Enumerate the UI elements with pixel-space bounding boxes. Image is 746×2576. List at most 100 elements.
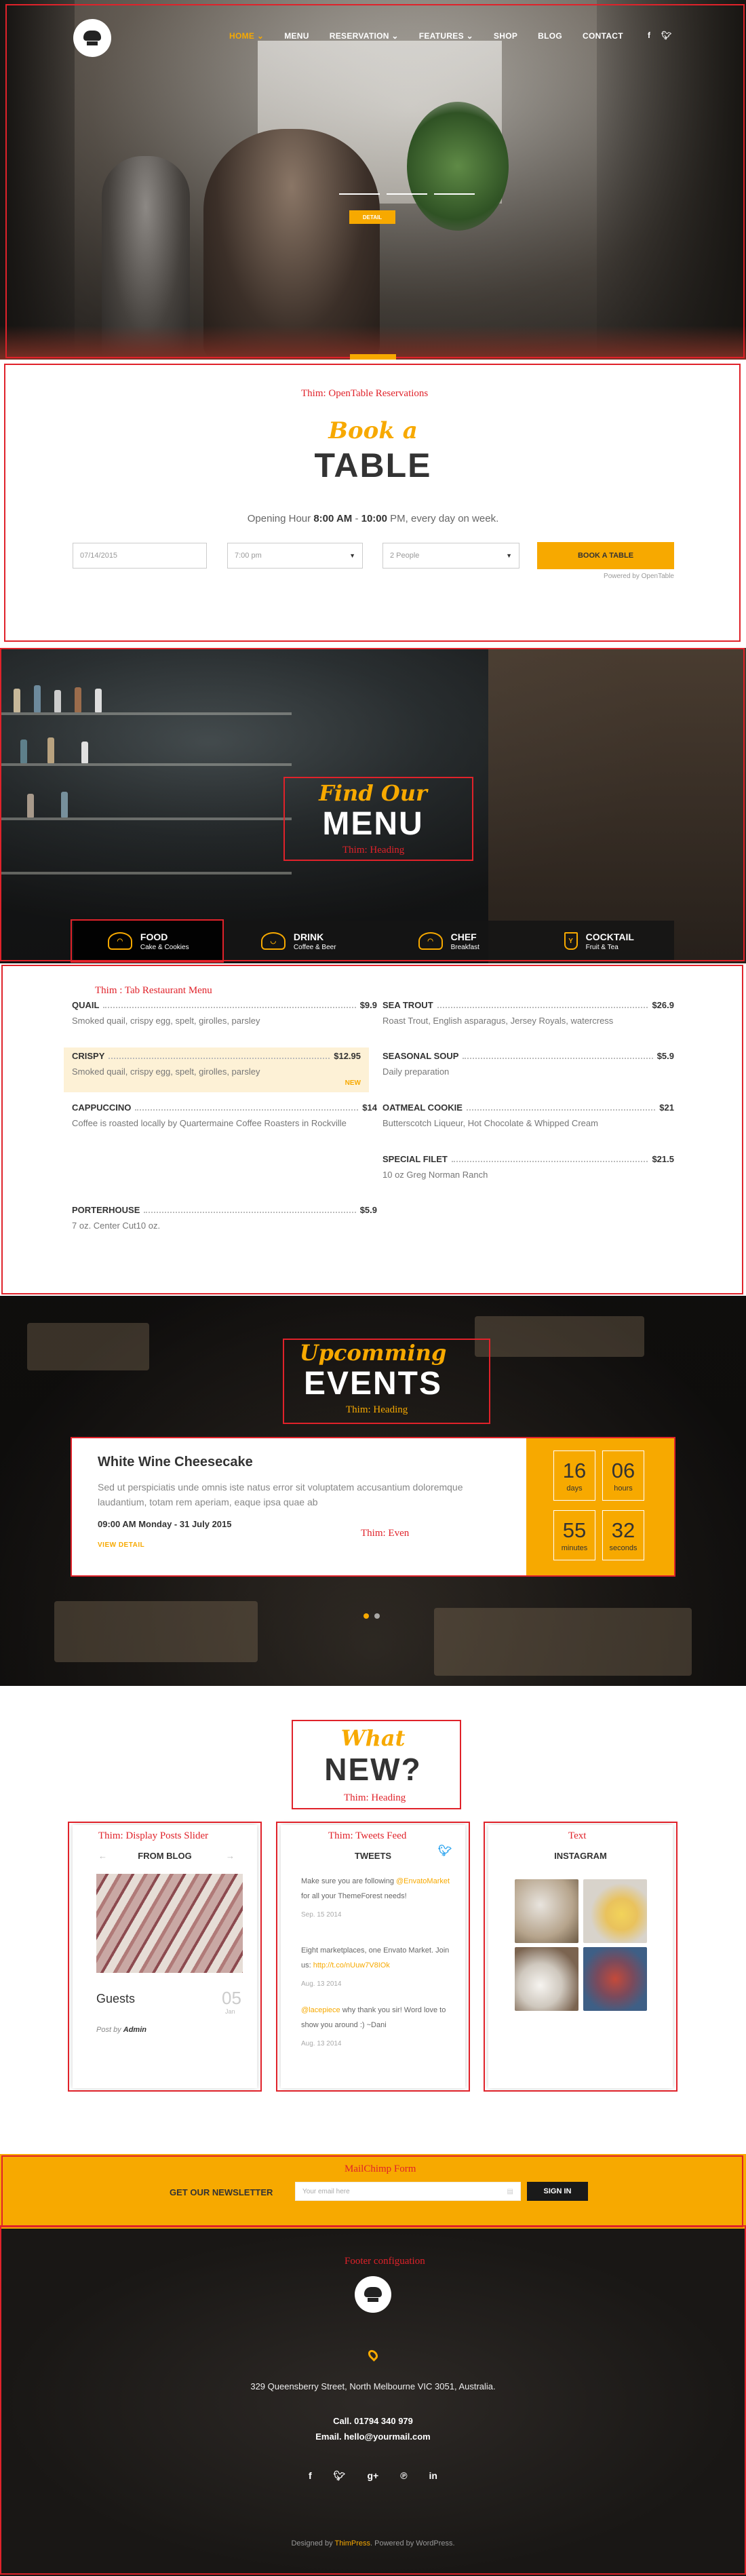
caret-down-icon: ▼ [349,552,355,559]
hero-slide-indicator[interactable] [350,354,396,360]
event-description: Sed ut perspiciatis unde omnis iste natu… [98,1482,463,1507]
menu-script-heading: Find Our [319,780,427,806]
menu-item: SPECIAL FILET $21.5 10 oz Greg Norman Ran… [382,1154,674,1180]
footer-email[interactable]: Email. hello@yourmail.com [0,2431,746,2442]
blog-post-title[interactable]: Guests [96,1992,135,2006]
map-pin-icon [366,2348,380,2362]
instagram-photo[interactable] [515,1947,578,2011]
reservation-section: Thim: OpenTable Reservations Book a TABL… [0,360,746,645]
annotation-label: Thim: Heading [342,845,405,856]
cocktail-icon: Y [564,932,578,950]
events-script-heading: Upcomming [299,1340,447,1366]
blog-post-author: Post by Admin [96,2026,146,2034]
people-select[interactable]: 2 People ▼ [382,543,519,569]
facebook-icon[interactable]: f [309,2470,312,2482]
footer-address: 329 Queensberry Street, North Melbourne … [250,2381,496,2391]
annotation-label: Thim : Tab Restaurant Menu [95,985,212,996]
annotation-label: Thim: Heading [346,1404,408,1415]
time-select[interactable]: 7:00 pm ▼ [227,543,363,569]
twitter-icon[interactable]: 🐦︎ [438,1844,452,1858]
blog-post-image[interactable] [96,1874,243,1973]
nav-menu[interactable]: MENU [284,31,309,41]
date-field[interactable]: 07/14/2015 [73,543,207,569]
annotation-label: Thim: Heading [344,1792,406,1803]
countdown-minutes: 55 minutes [553,1510,595,1560]
annotation-label: MailChimp Form [345,2164,416,2174]
annotation-label: Thim: Tweets Feed [328,1830,407,1841]
whats-new-section: What NEW? Thim: Heading Thim: Display Po… [0,1686,746,2154]
event-title[interactable]: White Wine Cheesecake [98,1455,500,1470]
instagram-photo[interactable] [583,1947,647,2011]
menu-tabs: ◠ FOOD Cake & Cookies ◡ DRINK Coffee & Bee… [73,921,674,961]
chef-hat-icon [83,31,101,45]
blog-post-day: 05 [222,1988,241,2008]
nav-home[interactable]: HOME ⌄ [229,31,264,41]
nav-contact[interactable]: CONTACT [583,31,623,41]
site-logo[interactable] [73,19,111,57]
nav-features[interactable]: FEATURES ⌄ [419,31,473,41]
tweet-link[interactable]: http://t.co/nUuw7V8IOk [313,1961,390,1969]
hero-detail-button[interactable]: DETAIL [349,210,395,224]
twitter-icon[interactable]: 🐦︎ [661,31,671,40]
whats-new-script-heading: What [340,1725,406,1751]
view-detail-link[interactable]: VIEW DETAIL [98,1541,500,1549]
instagram-photo[interactable] [583,1879,647,1943]
menu-list-section: Thim : Tab Restaurant Menu QUAIL $9.9 Smo… [0,963,746,1296]
chef-hat-icon [364,2287,382,2302]
tweets-widget: Thim: Tweets Feed TWEETS 🐦︎ Make sure yo… [281,1825,465,2088]
tweet: Eight marketplaces, one Envato Market. J… [301,1946,450,1988]
footer: Footer configuation 329 Queensberry Stre… [0,2229,746,2576]
pinterest-icon[interactable]: ℗ [400,2470,407,2482]
menu-item: SEA TROUT $26.9 Roast Trout, English aspa… [382,1000,674,1026]
event-date: 09:00 AM Monday - 31 July 2015 [98,1519,232,1529]
slider-dot[interactable] [374,1613,380,1619]
food-icon: ◠ [107,932,132,950]
menu-hero-section: Find Our MENU Thim: Heading ◠ FOOD Cake &… [0,648,746,963]
nav-reservation[interactable]: RESERVATION ⌄ [330,31,399,41]
twitter-icon[interactable]: 🐦︎ [334,2470,346,2482]
hero-section: HOME ⌄ MENU RESERVATION ⌄ FEATURES ⌄ SHO… [0,0,746,360]
tweet: @lacepiece why thank you sir! Word love … [301,2006,446,2048]
countdown-seconds: 32 seconds [602,1510,644,1560]
whats-new-title: NEW? [324,1752,422,1787]
tweet-link[interactable]: @lacepiece [301,2006,340,2014]
linkedin-icon[interactable]: in [429,2470,437,2482]
arrow-right-icon[interactable]: → [226,1851,235,1861]
event-card: White Wine Cheesecake Sed ut perspiciati… [72,1438,674,1575]
events-title: EVENTS [303,1366,443,1402]
contact-card-icon: ▤ [507,2187,513,2195]
google-plus-icon[interactable]: g+ [367,2470,378,2482]
tab-cocktail[interactable]: Y COCKTAIL Fruit & Tea [524,921,675,961]
instagram-widget: Text INSTAGRAM [488,1825,673,2088]
book-table-button[interactable]: BOOK A TABLE [537,542,674,569]
menu-item: SEASONAL SOUP $5.9 Daily preparation [382,1051,674,1077]
tab-chef[interactable]: ◠ CHEF Breakfast [374,921,524,961]
menu-item: OATMEAL COOKIE $21 Butterscotch Liqueur, … [382,1102,674,1128]
menu-item: CAPPUCCINO $14 Coffee is roasted locally … [72,1102,377,1128]
tweet: Make sure you are following @EnvatoMarke… [301,1877,450,1919]
countdown-hours: 06 hours [602,1450,644,1501]
slider-dot[interactable] [364,1613,369,1619]
powered-by-opentable: Powered by OpenTable [604,573,674,580]
nav-blog[interactable]: BLOG [538,31,562,41]
tab-food[interactable]: ◠ FOOD Cake & Cookies [73,921,224,961]
drink-icon: ◡ [260,932,286,950]
newsletter-email-input[interactable]: Your email here ▤ [295,2182,521,2201]
annotation-label: Footer configuation [345,2256,425,2267]
reservation-script-heading: Book a [328,417,418,444]
instagram-photo[interactable] [515,1879,578,1943]
footer-logo[interactable] [355,2276,391,2313]
nav-shop[interactable]: SHOP [494,31,517,41]
tab-drink[interactable]: ◡ DRINK Coffee & Beer [224,921,374,961]
reservation-title: TABLE [314,446,432,484]
facebook-icon[interactable]: f [648,31,650,40]
footer-phone: Call. 01794 340 979 [333,2416,413,2426]
footer-copyright: Designed by ThimPress. Powered by WordPr… [291,2539,455,2548]
countdown-days: 16 days [553,1450,595,1501]
blog-widget: Thim: Display Posts Slider ← FROM BLOG →… [73,1825,257,2088]
chef-icon: ◠ [418,932,443,950]
newsletter-section: MailChimp Form GET OUR NEWSLETTER Your e… [0,2154,746,2229]
newsletter-label: GET OUR NEWSLETTER [170,2187,273,2197]
tweet-link[interactable]: @EnvatoMarket [396,1877,450,1885]
newsletter-signin-button[interactable]: SIGN IN [527,2182,588,2201]
